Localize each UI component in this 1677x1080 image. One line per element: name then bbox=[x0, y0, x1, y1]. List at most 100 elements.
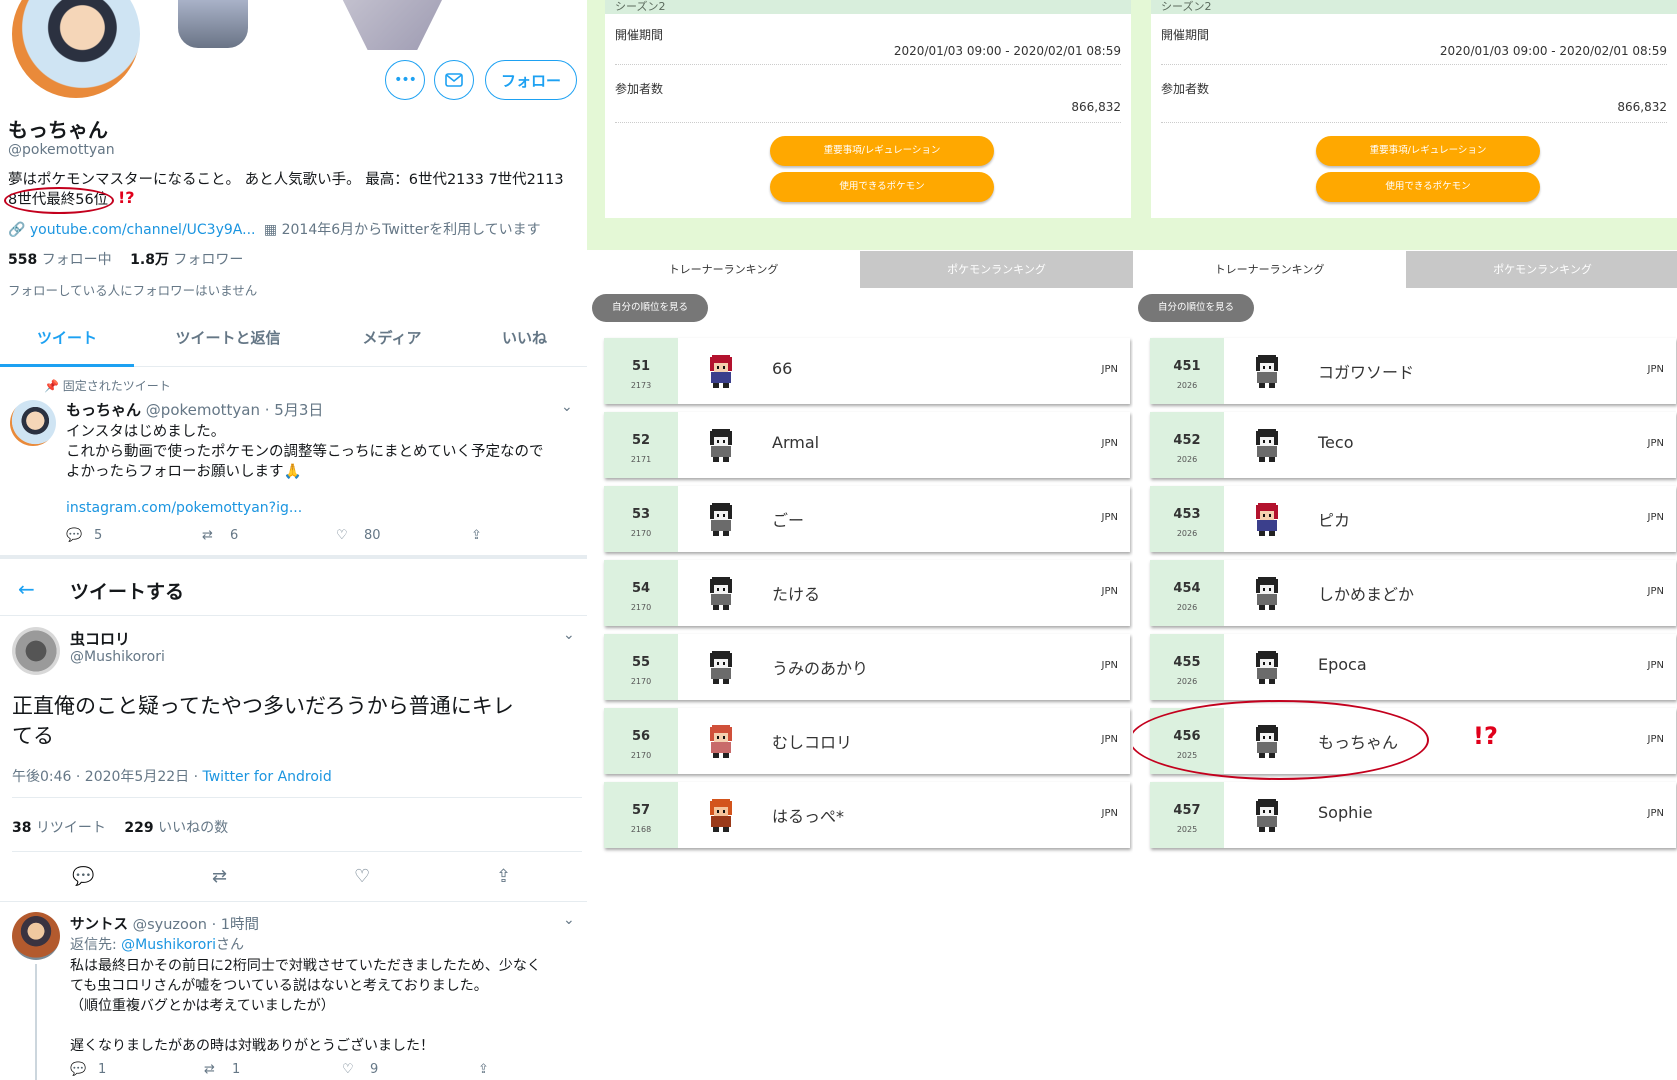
like-count: 80 bbox=[364, 528, 381, 543]
pinned-tweet-avatar[interactable] bbox=[10, 400, 56, 446]
followers-count[interactable]: 1.8万 bbox=[130, 252, 169, 268]
rank-badge: 55 2170 bbox=[604, 634, 678, 700]
rank-badge: 457 2025 bbox=[1150, 782, 1224, 848]
pinned-tweet-text-line1: インスタはじめました。 bbox=[66, 424, 226, 440]
period-label: 開催期間 bbox=[1161, 28, 1210, 42]
usable-pokemon-button[interactable]: 使用できるポケモン bbox=[770, 172, 994, 202]
message-button[interactable] bbox=[434, 60, 474, 100]
participants-label: 参加者数 bbox=[615, 82, 664, 96]
my-rank-button[interactable]: 自分の順位を見る bbox=[1138, 294, 1254, 322]
profile-website-link[interactable]: youtube.com/channel/UC3y9A... bbox=[30, 222, 256, 238]
reply-author-avatar[interactable] bbox=[12, 912, 60, 960]
thread-author-name[interactable]: 虫コロリ bbox=[70, 628, 130, 649]
retweet-icon[interactable]: ⇄ bbox=[212, 866, 227, 887]
reply-icon[interactable]: 💬 bbox=[72, 866, 94, 887]
reply-actions: 💬 1 ⇄ 1 ♡ 9 ⇪ bbox=[70, 1062, 530, 1080]
player-country: JPN bbox=[1101, 512, 1118, 523]
participants-label: 参加者数 bbox=[1161, 82, 1210, 96]
following-label[interactable]: フォロー中 bbox=[42, 252, 112, 268]
thread-author-avatar[interactable] bbox=[12, 627, 60, 675]
reply-author-name[interactable]: サントス bbox=[70, 917, 128, 933]
ranking-row[interactable]: 457 2025 Sophie JPN bbox=[1150, 782, 1676, 848]
player-name: Epoca bbox=[1318, 655, 1367, 674]
mutual-followers-note: フォローしている人にフォロワーはいません bbox=[8, 283, 258, 298]
ranking-row[interactable]: 56 2170 むしコロリ JPN bbox=[604, 708, 1130, 774]
retweet-stat-count[interactable]: 38 bbox=[12, 820, 31, 836]
tab-likes[interactable]: いいね bbox=[462, 320, 587, 367]
reply-to-user-link[interactable]: @Mushikorori bbox=[121, 937, 216, 953]
tab-media[interactable]: メディア bbox=[322, 320, 462, 367]
calendar-icon: ▦ bbox=[263, 222, 278, 238]
my-rank-button[interactable]: 自分の順位を見る bbox=[592, 294, 708, 322]
player-country: JPN bbox=[1647, 808, 1664, 819]
ranking-row[interactable]: 452 2026 Teco JPN bbox=[1150, 412, 1676, 478]
ranking-row[interactable]: 453 2026 ピカ JPN bbox=[1150, 486, 1676, 552]
following-count[interactable]: 558 bbox=[8, 252, 37, 268]
regulation-button[interactable]: 重要事項/レギュレーション bbox=[1316, 136, 1540, 166]
pinned-tweet-link[interactable]: instagram.com/pokemottyan?ig... bbox=[66, 500, 302, 516]
tab-trainer-ranking[interactable]: トレーナーランキング bbox=[587, 251, 860, 288]
period-value: 2020/01/03 09:00 - 2020/02/01 08:59 bbox=[1439, 44, 1667, 58]
pinned-tweet-author[interactable]: もっちゃん bbox=[66, 401, 141, 419]
ranking-row[interactable]: 53 2170 ごー JPN bbox=[604, 486, 1130, 552]
ranking-row[interactable]: 55 2170 うみのあかり JPN bbox=[604, 634, 1130, 700]
ranking-row[interactable]: 54 2170 たける JPN bbox=[604, 560, 1130, 626]
like-stat-count[interactable]: 229 bbox=[124, 820, 153, 836]
tab-tweets[interactable]: ツイート bbox=[0, 320, 134, 367]
ranking-row[interactable]: 57 2168 はるっぺ* JPN bbox=[604, 782, 1130, 848]
profile-handle: @pokemottyan bbox=[8, 142, 115, 158]
surprise-mark: !? bbox=[118, 188, 135, 207]
rank-number: 455 bbox=[1173, 655, 1201, 670]
share-icon[interactable]: ⇪ bbox=[478, 1062, 489, 1077]
like-stat-label[interactable]: いいねの数 bbox=[158, 820, 228, 836]
regulation-button[interactable]: 重要事項/レギュレーション bbox=[770, 136, 994, 166]
pinned-tweet-text-line2: これから動画で使ったポケモンの調整等こっちにまとめていく予定なので bbox=[66, 444, 544, 460]
thread-author-handle: @Mushikorori bbox=[70, 649, 165, 665]
ranking-row[interactable]: 52 2171 Armal JPN bbox=[604, 412, 1130, 478]
tab-trainer-ranking[interactable]: トレーナーランキング bbox=[1133, 251, 1406, 288]
chevron-down-icon[interactable]: ⌄ bbox=[563, 912, 575, 928]
player-country: JPN bbox=[1647, 734, 1664, 745]
trainer-sprite-icon bbox=[710, 355, 732, 388]
like-icon[interactable]: ♡ bbox=[336, 528, 348, 543]
chevron-down-icon[interactable]: ⌄ bbox=[561, 399, 573, 415]
retweet-icon[interactable]: ⇄ bbox=[204, 1062, 215, 1077]
reply-count: 1 bbox=[98, 1062, 107, 1077]
like-icon[interactable]: ♡ bbox=[342, 1062, 354, 1077]
like-icon[interactable]: ♡ bbox=[354, 866, 370, 887]
tab-pokemon-ranking[interactable]: ポケモンランキング bbox=[1406, 251, 1677, 288]
player-country: JPN bbox=[1647, 438, 1664, 449]
ranking-row[interactable]: 51 2173 66 JPN bbox=[604, 338, 1130, 404]
reply-text-line4: 遅くなりましたがあの時は対戦ありがとうございました！ bbox=[70, 1038, 434, 1054]
chevron-down-icon[interactable]: ⌄ bbox=[563, 627, 575, 643]
back-arrow-icon[interactable]: ← bbox=[18, 577, 35, 601]
ranking-row[interactable]: 454 2026 しかめまどか JPN bbox=[1150, 560, 1676, 626]
profile-joined-date: 2014年6月からTwitterを利用しています bbox=[281, 222, 541, 238]
share-icon[interactable]: ⇪ bbox=[496, 866, 511, 887]
ranking-tab-bar: トレーナーランキング ポケモンランキング bbox=[587, 251, 1133, 288]
tab-tweets-replies[interactable]: ツイートと返信 bbox=[134, 320, 322, 367]
follow-button[interactable]: フォロー bbox=[485, 60, 577, 100]
reply-icon[interactable]: 💬 bbox=[66, 528, 82, 543]
reply-icon[interactable]: 💬 bbox=[70, 1062, 86, 1077]
player-name: むしコロリ bbox=[772, 733, 853, 752]
ranking-row[interactable]: 455 2026 Epoca JPN bbox=[1150, 634, 1676, 700]
divider bbox=[0, 615, 587, 616]
more-options-button[interactable]: ••• bbox=[385, 60, 425, 100]
more-dots-icon: ••• bbox=[394, 72, 417, 88]
thread-tweet-source[interactable]: Twitter for Android bbox=[203, 769, 332, 785]
composite-screenshot: ••• フォロー もっちゃん @pokemottyan 夢はポケモンマスターにな… bbox=[0, 0, 1677, 1080]
ranking-row[interactable]: 451 2026 コガワソード JPN bbox=[1150, 338, 1676, 404]
retweet-icon[interactable]: ⇄ bbox=[202, 528, 213, 543]
rank-number: 454 bbox=[1173, 581, 1201, 596]
retweet-stat-label[interactable]: リツイート bbox=[36, 820, 106, 836]
followers-label[interactable]: フォロワー bbox=[173, 252, 243, 268]
player-name: ピカ bbox=[1318, 511, 1351, 530]
tab-pokemon-ranking[interactable]: ポケモンランキング bbox=[860, 251, 1133, 288]
player-name: はるっぺ* bbox=[772, 807, 845, 826]
rank-badge: 54 2170 bbox=[604, 560, 678, 626]
usable-pokemon-button[interactable]: 使用できるポケモン bbox=[1316, 172, 1540, 202]
share-icon[interactable]: ⇪ bbox=[471, 528, 482, 543]
rank-rating: 2170 bbox=[630, 603, 652, 612]
profile-avatar[interactable] bbox=[8, 0, 144, 102]
